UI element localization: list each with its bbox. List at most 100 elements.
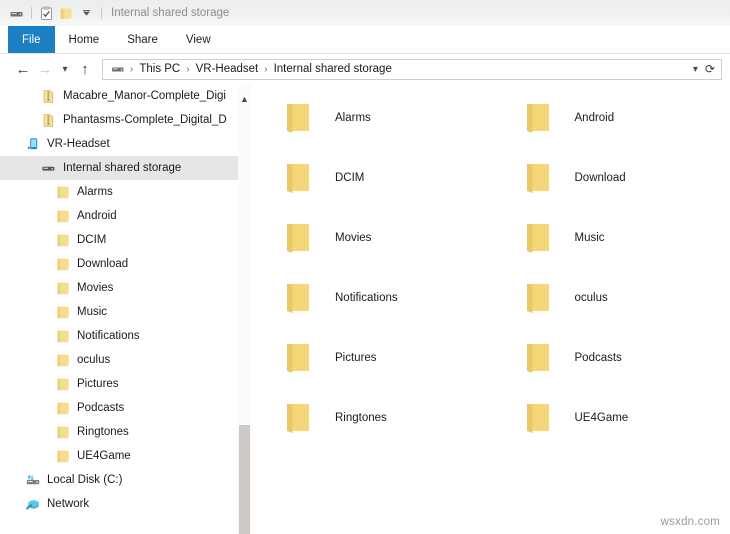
breadcrumb-item-this-pc[interactable]: This PC: [137, 63, 182, 75]
sidebar-item-music[interactable]: Music: [0, 300, 238, 324]
sidebar-item-label: oculus: [77, 354, 111, 366]
folder-tile-alarms[interactable]: Alarms: [251, 88, 491, 148]
breadcrumb-item-vr-headset[interactable]: VR-Headset: [194, 63, 261, 75]
folder-tile-label: Download: [574, 172, 626, 184]
sidebar-item-label: Pictures: [77, 378, 119, 390]
toolbar-divider-2: [101, 7, 102, 19]
sidebar-item-download[interactable]: Download: [0, 252, 238, 276]
recent-locations-chevron-down-icon[interactable]: ▾: [56, 57, 74, 81]
explorer-body: Macabre_Manor-Complete_Digi Phantasms-Co…: [0, 84, 730, 534]
sidebar-item-label: DCIM: [77, 234, 107, 246]
properties-icon[interactable]: [38, 5, 55, 22]
sidebar-item-android[interactable]: Android: [0, 204, 238, 228]
folder-tile-android[interactable]: Android: [491, 88, 730, 148]
folder-icon: [526, 103, 549, 133]
sidebar-item-label: Android: [77, 210, 117, 222]
title-bar: Internal shared storage: [0, 0, 730, 26]
refresh-icon[interactable]: ⟳: [705, 62, 715, 76]
folder-icon: [54, 208, 71, 225]
folder-tile-label: Android: [574, 112, 615, 124]
folder-tile-pictures[interactable]: Pictures: [251, 328, 491, 388]
folder-icon: [526, 223, 549, 253]
new-folder-icon[interactable]: [58, 5, 75, 22]
device-icon[interactable]: [8, 5, 25, 22]
tab-view[interactable]: View: [172, 26, 225, 53]
sidebar-item-alarms[interactable]: Alarms: [0, 180, 238, 204]
sidebar-item-local-disk-c[interactable]: Local Disk (C:): [0, 468, 238, 492]
previous-locations-chevron-down-icon[interactable]: ▾: [693, 64, 698, 75]
breadcrumb-device-icon[interactable]: [109, 61, 126, 78]
sidebar-item-dcim[interactable]: DCIM: [0, 228, 238, 252]
sidebar-item-phantasms[interactable]: Phantasms-Complete_Digital_D: [0, 108, 238, 132]
sidebar-item-pictures[interactable]: Pictures: [0, 372, 238, 396]
folder-icon: [526, 403, 549, 433]
folder-tile-label: DCIM: [335, 172, 365, 184]
sidebar-item-label: Local Disk (C:): [47, 474, 123, 486]
folder-tile-music[interactable]: Music: [491, 208, 730, 268]
zip-icon: [40, 88, 57, 105]
sidebar-item-label: Notifications: [77, 330, 140, 342]
navigation-pane-scrollbar[interactable]: ▲: [238, 84, 251, 534]
watermark: wsxdn.com: [660, 516, 720, 528]
folder-tile-movies[interactable]: Movies: [251, 208, 491, 268]
folder-tile-label: UE4Game: [574, 412, 629, 424]
customize-chevron-down-icon[interactable]: [78, 5, 95, 22]
address-bar: ← → ▾ ↑ › This PC › VR-Headset › Interna…: [0, 54, 730, 84]
back-arrow-icon[interactable]: ←: [12, 57, 34, 81]
sidebar-item-label: Phantasms-Complete_Digital_D: [63, 114, 227, 126]
sidebar-item-vr-headset[interactable]: VR-Headset: [0, 132, 238, 156]
sidebar-item-label: Alarms: [77, 186, 113, 198]
breadcrumb: › This PC › VR-Headset › Internal shared…: [109, 61, 693, 78]
sidebar-item-label: Download: [77, 258, 129, 270]
sidebar-item-label: Internal shared storage: [63, 162, 182, 174]
sidebar-item-podcasts[interactable]: Podcasts: [0, 396, 238, 420]
breadcrumb-bar[interactable]: › This PC › VR-Headset › Internal shared…: [102, 58, 722, 80]
sidebar-item-oculus[interactable]: oculus: [0, 348, 238, 372]
folder-tile-label: Notifications: [335, 292, 398, 304]
folder-tile-download[interactable]: Download: [491, 148, 730, 208]
breadcrumb-separator-2[interactable]: ›: [260, 64, 271, 75]
sidebar-item-ue4game[interactable]: UE4Game: [0, 444, 238, 468]
folder-tile-grid: Alarms Android DCIM Download Movies Musi…: [251, 84, 730, 448]
scroll-up-chevron-icon[interactable]: ▲: [238, 92, 251, 106]
ribbon-tab-bar: File Home Share View: [0, 26, 730, 53]
sidebar-item-internal-shared-storage[interactable]: Internal shared storage: [0, 156, 238, 180]
portable-device-icon: [24, 136, 41, 153]
file-list-pane[interactable]: Alarms Android DCIM Download Movies Musi…: [251, 84, 730, 534]
sidebar-item-network[interactable]: Network: [0, 492, 238, 516]
sidebar-item-movies[interactable]: Movies: [0, 276, 238, 300]
folder-icon: [54, 376, 71, 393]
sidebar-item-label: Music: [77, 306, 108, 318]
breadcrumb-separator-1[interactable]: ›: [182, 64, 193, 75]
tab-share[interactable]: Share: [113, 26, 172, 53]
folder-icon: [54, 256, 71, 273]
folder-tile-label: Music: [574, 232, 605, 244]
sidebar-item-ringtones[interactable]: Ringtones: [0, 420, 238, 444]
folder-tile-label: oculus: [574, 292, 608, 304]
folder-icon: [54, 352, 71, 369]
zip-icon: [40, 112, 57, 129]
folder-tile-ringtones[interactable]: Ringtones: [251, 388, 491, 448]
folder-tile-ue4game[interactable]: UE4Game: [491, 388, 730, 448]
folder-tile-oculus[interactable]: oculus: [491, 268, 730, 328]
toolbar-divider-1: [31, 7, 32, 19]
folder-tile-podcasts[interactable]: Podcasts: [491, 328, 730, 388]
up-arrow-icon[interactable]: ↑: [74, 57, 96, 81]
sidebar-item-label: Ringtones: [77, 426, 129, 438]
tab-file[interactable]: File: [8, 26, 55, 53]
scrollbar-thumb[interactable]: [239, 425, 250, 534]
folder-tile-dcim[interactable]: DCIM: [251, 148, 491, 208]
forward-arrow-icon[interactable]: →: [34, 57, 56, 81]
folder-icon: [287, 283, 309, 313]
sidebar-item-notifications[interactable]: Notifications: [0, 324, 238, 348]
sidebar-item-label: Macabre_Manor-Complete_Digi: [63, 90, 226, 102]
sidebar-item-macabre-manor[interactable]: Macabre_Manor-Complete_Digi: [0, 84, 238, 108]
folder-tile-label: Ringtones: [335, 412, 387, 424]
folder-tile-notifications[interactable]: Notifications: [251, 268, 491, 328]
folder-tile-label: Movies: [335, 232, 372, 244]
tab-home[interactable]: Home: [55, 26, 114, 53]
sidebar-item-label: VR-Headset: [47, 138, 110, 150]
folder-icon: [54, 424, 71, 441]
breadcrumb-item-internal-shared-storage[interactable]: Internal shared storage: [272, 63, 394, 75]
folder-icon: [54, 184, 71, 201]
